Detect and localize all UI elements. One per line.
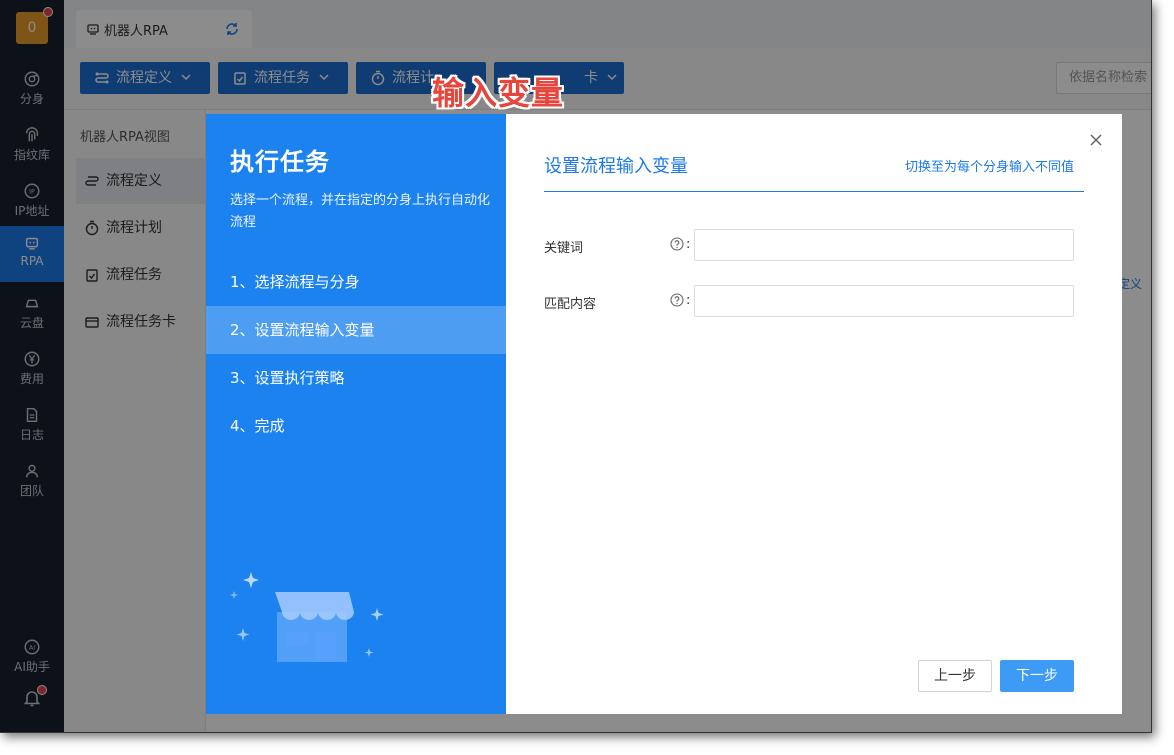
dialog-description: 选择一个流程，并在指定的分身上执行自动化流程: [230, 193, 491, 230]
help-icon[interactable]: [670, 237, 684, 251]
match-content-input[interactable]: [694, 285, 1074, 317]
step-execution-policy[interactable]: 3、设置执行策略: [206, 354, 506, 402]
field-colon: :: [686, 293, 691, 308]
step-select-flow[interactable]: 1、选择流程与分身: [206, 258, 506, 306]
keyword-label: 关键词: [544, 241, 584, 256]
match-content-label: 匹配内容: [544, 297, 597, 312]
section-title: 设置流程输入变量: [544, 156, 688, 177]
next-step-button[interactable]: 下一步: [1000, 660, 1074, 692]
dialog-title: 执行任务: [230, 148, 330, 176]
annotation-callout: 输入变量: [432, 74, 565, 112]
previous-step-button[interactable]: 上一步: [918, 660, 992, 692]
switch-per-profile-link[interactable]: 切换至为每个分身输入不同值: [905, 156, 1074, 175]
field-colon: :: [686, 237, 691, 252]
dialog-step-panel: 执行任务 选择一个流程，并在指定的分身上执行自动化流程 1、选择流程与分身 2、…: [206, 114, 506, 714]
step-input-variables[interactable]: 2、设置流程输入变量: [206, 306, 506, 354]
title-divider: [544, 191, 1084, 192]
close-icon[interactable]: [1088, 132, 1104, 148]
step-finish[interactable]: 4、完成: [206, 402, 506, 450]
execute-task-dialog: 执行任务 选择一个流程，并在指定的分身上执行自动化流程 1、选择流程与分身 2、…: [206, 114, 1122, 714]
store-illustration: [230, 572, 384, 662]
help-icon[interactable]: [670, 293, 684, 307]
app-window: 0 分身 指纹库 IP IP地址 RPA 云盘 费用 日志 团队 AI AI助手…: [0, 0, 1152, 733]
dialog-form-panel: 设置流程输入变量 切换至为每个分身输入不同值 关键词 : 匹配内容 : 上一步 …: [506, 114, 1122, 714]
keyword-input[interactable]: [694, 229, 1074, 261]
